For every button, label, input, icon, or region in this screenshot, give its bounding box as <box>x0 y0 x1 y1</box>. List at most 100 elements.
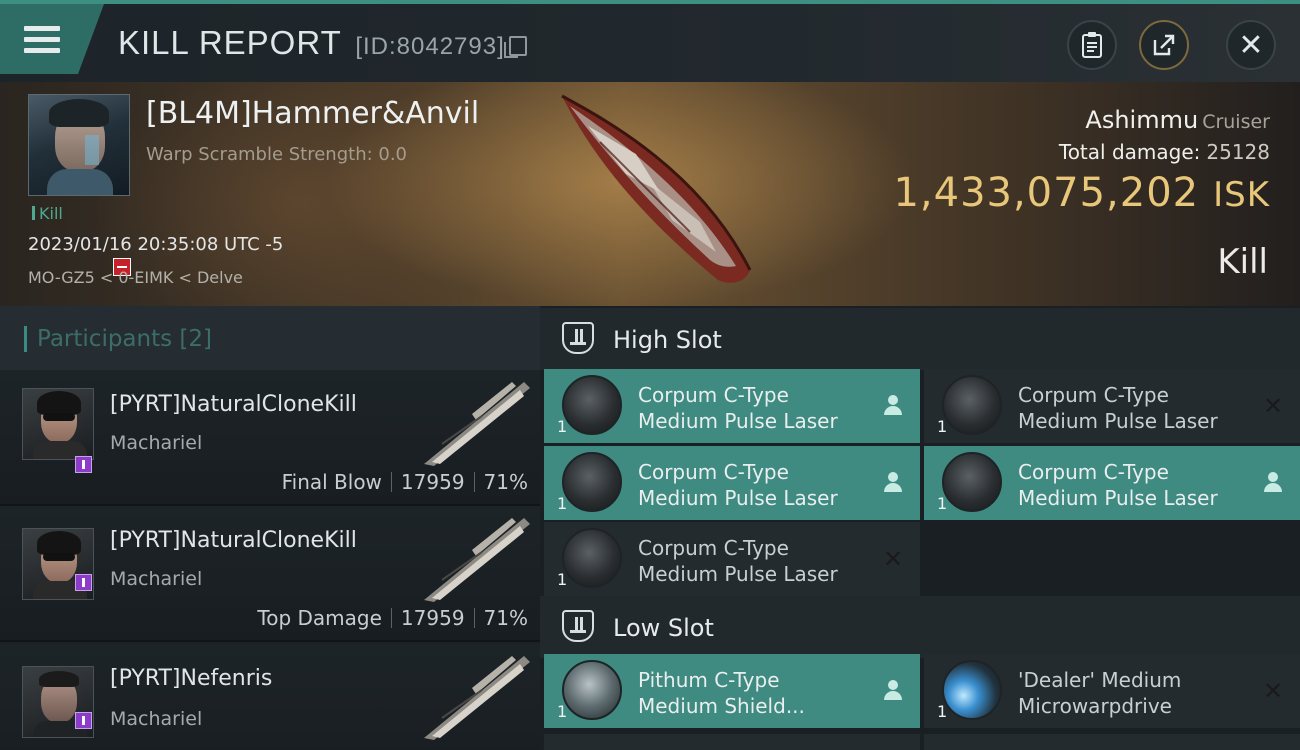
participant-row[interactable]: [PYRT]NaturalCloneKill Machariel Final B… <box>0 370 540 506</box>
participants-header: Participants [2] <box>0 306 540 370</box>
module-quantity: 1 <box>557 417 568 436</box>
module-name: 'Dealer' Medium <box>1018 668 1182 692</box>
pulse-laser-icon <box>562 452 622 512</box>
participant-row[interactable]: [PYRT]Nefenris Machariel <box>0 644 540 750</box>
kill-tag: Kill <box>32 204 63 223</box>
low-slot-icon <box>562 610 594 642</box>
isk-value: 1,433,075,202 ISK <box>893 170 1270 216</box>
victim-ship-image <box>561 94 752 283</box>
participant-percent: 71% <box>483 606 528 630</box>
module-name-line2: Medium Pulse Laser <box>638 562 838 586</box>
low-slot-header: Low Slot <box>540 596 1300 658</box>
close-icon: ✕ <box>1238 27 1264 63</box>
destroyed-icon: ✕ <box>882 545 904 573</box>
module-quantity: 1 <box>557 570 568 589</box>
victim-name[interactable]: [BL4M]Hammer&Anvil <box>146 96 479 131</box>
participant-stats: Final Blow 17959 71% <box>282 470 528 494</box>
destroyed-icon: ✕ <box>1262 677 1284 705</box>
copy-icon[interactable] <box>503 36 527 58</box>
module-slot[interactable]: 1 Pithum C-Type Medium Shield... <box>544 654 920 728</box>
high-slot-icon <box>562 322 594 354</box>
module-name-line2: Medium Pulse Laser <box>1018 409 1218 433</box>
participants-title: Participants [2] <box>24 326 212 352</box>
top-bar: KILL REPORT [ID:8042793] ✕ <box>0 0 1300 82</box>
participant-ship-image <box>424 518 530 602</box>
menu-button[interactable] <box>0 4 104 74</box>
module-quantity: 1 <box>557 702 568 721</box>
module-quantity: 1 <box>937 417 948 436</box>
pulse-laser-icon <box>562 375 622 435</box>
pulse-laser-icon <box>562 528 622 588</box>
isk-amount: 1,433,075,202 <box>893 170 1200 216</box>
victim-portrait[interactable] <box>28 94 130 196</box>
module-slot[interactable]: 1 Corpum C-Type Medium Pulse Laser <box>924 446 1300 520</box>
pilot-icon <box>882 472 904 494</box>
participant-name[interactable]: [PYRT]NaturalCloneKill <box>110 528 357 553</box>
module-quantity: 1 <box>937 494 948 513</box>
module-name: Corpum C-Type <box>638 536 789 560</box>
module-name: Corpum C-Type <box>1018 383 1169 407</box>
participant-name[interactable]: [PYRT]NaturalCloneKill <box>110 392 357 417</box>
module-name-line2: Medium Pulse Laser <box>638 486 838 510</box>
module-slot[interactable]: 1 'Dealer' Medium Microwarpdrive ✕ <box>924 654 1300 728</box>
high-slot-title: High Slot <box>613 326 722 354</box>
close-button[interactable]: ✕ <box>1226 20 1276 70</box>
module-slot[interactable] <box>924 734 1300 750</box>
victim-summary: [BL4M]Hammer&Anvil Warp Scramble Strengt… <box>0 82 1300 306</box>
participant-percent: 71% <box>483 470 528 494</box>
participant-badge <box>75 574 92 591</box>
participant-ship: Machariel <box>110 708 203 730</box>
microwarpdrive-icon <box>942 660 1002 720</box>
fitting-panel: High Slot 1 Corpum C-Type Medium Pulse L… <box>540 306 1300 750</box>
clipboard-button[interactable] <box>1067 20 1117 70</box>
ship-info: Ashimmu Cruiser <box>1085 106 1270 134</box>
clipboard-icon <box>1082 32 1102 58</box>
module-slot[interactable]: 1 Corpum C-Type Medium Pulse Laser ✕ <box>544 522 920 596</box>
page-title: KILL REPORT [ID:8042793] <box>118 24 527 62</box>
destroyed-icon: ✕ <box>1262 392 1284 420</box>
ship-class: Cruiser <box>1202 111 1270 133</box>
participants-panel: Participants [2] [PYRT]NaturalCloneKill … <box>0 306 540 750</box>
report-id: [ID:8042793] <box>355 33 505 60</box>
participant-stats: Top Damage 17959 71% <box>257 606 528 630</box>
pulse-laser-icon <box>942 452 1002 512</box>
module-quantity: 1 <box>937 702 948 721</box>
participant-badge <box>75 712 92 729</box>
share-button[interactable] <box>1139 20 1189 70</box>
module-slot[interactable] <box>544 734 920 750</box>
share-icon <box>1153 34 1175 56</box>
kill-tag-label: Kill <box>39 204 63 223</box>
module-slot[interactable]: 1 Corpum C-Type Medium Pulse Laser ✕ <box>924 369 1300 443</box>
module-name-line2: Medium Shield... <box>638 694 805 718</box>
participant-ship-image <box>424 382 530 466</box>
participant-ship: Machariel <box>110 432 203 454</box>
participant-name[interactable]: [PYRT]Nefenris <box>110 666 272 691</box>
title-text: KILL REPORT <box>118 24 342 61</box>
module-name: Corpum C-Type <box>638 383 789 407</box>
high-slot-header: High Slot <box>540 308 1300 370</box>
participant-damage: 17959 <box>400 470 465 494</box>
participant-role: Top Damage <box>257 606 382 630</box>
ship-name[interactable]: Ashimmu <box>1085 106 1198 134</box>
participant-portrait[interactable] <box>22 388 94 460</box>
participant-badge <box>75 456 92 473</box>
kill-location[interactable]: MO-GZ5 < 0-EIMK < Delve <box>28 268 243 287</box>
participants-count: [2] <box>179 326 213 352</box>
isk-unit: ISK <box>1213 175 1270 215</box>
participant-ship: Machariel <box>110 568 203 590</box>
participant-damage: 17959 <box>400 606 465 630</box>
pulse-laser-icon <box>942 375 1002 435</box>
module-slot[interactable]: 1 Corpum C-Type Medium Pulse Laser <box>544 446 920 520</box>
result-label: Kill <box>1217 242 1268 282</box>
total-damage-value: 25128 <box>1206 140 1270 164</box>
module-slot[interactable]: 1 Corpum C-Type Medium Pulse Laser <box>544 369 920 443</box>
participant-role: Final Blow <box>281 470 382 494</box>
module-name: Corpum C-Type <box>1018 460 1169 484</box>
shield-icon <box>562 660 622 720</box>
warp-scramble-strength: Warp Scramble Strength: 0.0 <box>146 144 408 165</box>
module-name: Pithum C-Type <box>638 668 780 692</box>
participant-ship-image <box>424 656 530 740</box>
module-name-line2: Medium Pulse Laser <box>1018 486 1218 510</box>
participant-row[interactable]: [PYRT]NaturalCloneKill Machariel Top Dam… <box>0 506 540 642</box>
pilot-icon <box>882 395 904 417</box>
